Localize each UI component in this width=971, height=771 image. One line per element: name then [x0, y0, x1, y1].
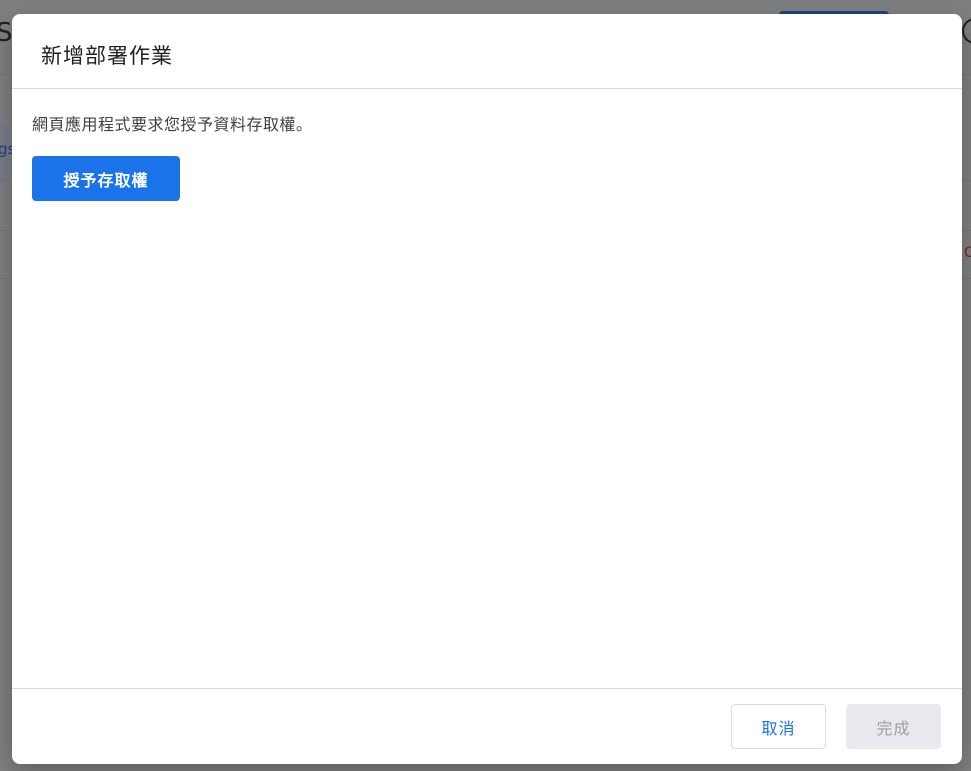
dialog-body: 網頁應用程式要求您授予資料存取權。 授予存取權: [12, 89, 962, 688]
dialog-header: 新增部署作業: [12, 14, 962, 89]
grant-access-button[interactable]: 授予存取權: [32, 156, 180, 201]
dialog-title: 新增部署作業: [41, 44, 173, 68]
authorization-message: 網頁應用程式要求您授予資料存取權。: [32, 115, 313, 134]
screen: So gs C 新增部署作業 網頁應用程式要求您授予資料存取權。 授予存取權 取…: [0, 0, 971, 771]
cancel-button[interactable]: 取消: [731, 704, 826, 749]
add-deployment-dialog: 新增部署作業 網頁應用程式要求您授予資料存取權。 授予存取權 取消 完成: [12, 14, 962, 764]
dialog-footer: 取消 完成: [12, 688, 962, 764]
done-button[interactable]: 完成: [846, 704, 941, 749]
